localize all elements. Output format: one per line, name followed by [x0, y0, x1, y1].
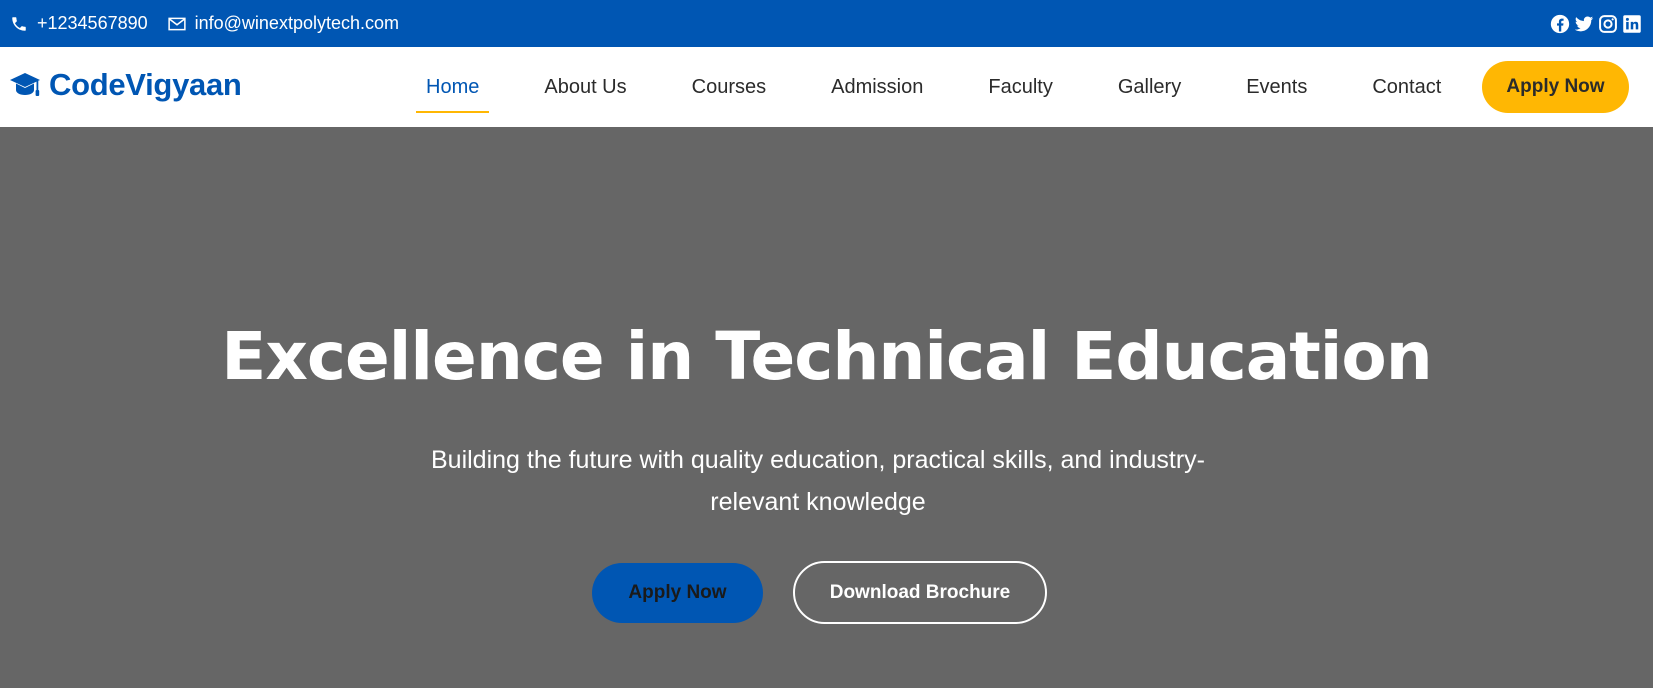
main-navbar: CodeVigyaan Home About Us Courses Admiss… — [0, 47, 1653, 127]
nav-item-courses[interactable]: Courses — [682, 47, 776, 127]
nav-apply-now-button[interactable]: Apply Now — [1482, 61, 1629, 113]
phone-text: +1234567890 — [37, 13, 148, 33]
nav-item-events[interactable]: Events — [1236, 47, 1317, 127]
hero-section: Excellence in Technical Education Buildi… — [0, 127, 1653, 688]
contact-info: +1234567890 info@winextpolytech.com — [10, 13, 419, 34]
hero-apply-now-button[interactable]: Apply Now — [592, 563, 763, 623]
social-links — [1550, 14, 1642, 34]
hero-actions: Apply Now Download Brochure — [592, 561, 1047, 624]
nav-item-admission[interactable]: Admission — [821, 47, 933, 127]
hero-subtitle: Building the future with quality educati… — [430, 446, 1205, 516]
phone-icon — [12, 16, 26, 31]
email-text: info@winextpolytech.com — [194, 13, 399, 33]
nav-item-contact[interactable]: Contact — [1362, 47, 1451, 127]
instagram-icon[interactable] — [1598, 14, 1618, 34]
phone-contact[interactable]: +1234567890 — [10, 13, 148, 34]
nav-item-gallery[interactable]: Gallery — [1108, 47, 1191, 127]
twitter-icon[interactable] — [1574, 14, 1594, 34]
nav-item-about-us[interactable]: About Us — [534, 47, 636, 127]
nav-menu: Home About Us Courses Admission Faculty … — [416, 47, 1496, 127]
nav-item-faculty[interactable]: Faculty — [978, 47, 1062, 127]
facebook-icon[interactable] — [1550, 14, 1570, 34]
top-bar: +1234567890 info@winextpolytech.com — [0, 0, 1653, 47]
linkedin-icon[interactable] — [1622, 14, 1642, 34]
download-brochure-button[interactable]: Download Brochure — [793, 561, 1047, 624]
hero-title: Excellence in Technical Education — [221, 318, 1432, 395]
brand-logo[interactable]: CodeVigyaan — [9, 67, 242, 103]
brand-name: CodeVigyaan — [49, 67, 242, 102]
email-contact[interactable]: info@winextpolytech.com — [168, 13, 399, 34]
nav-item-home[interactable]: Home — [416, 47, 490, 127]
graduation-cap-icon — [10, 73, 40, 96]
envelope-icon — [168, 17, 186, 30]
